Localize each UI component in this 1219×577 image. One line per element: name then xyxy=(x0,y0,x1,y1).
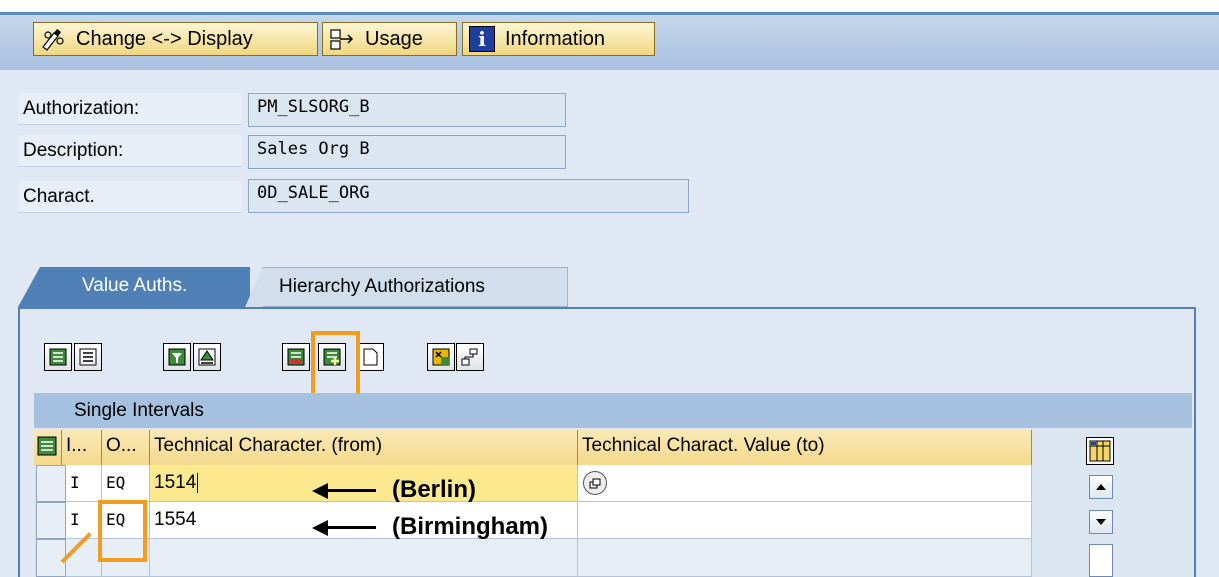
row-option-cell[interactable]: EQ xyxy=(102,465,150,502)
filter-icon xyxy=(168,348,186,366)
charact-field: 0D_SALE_ORG xyxy=(248,179,689,213)
variable-icon xyxy=(432,348,450,366)
column-header-from[interactable]: Technical Character. (from) xyxy=(150,430,578,465)
change-display-label: Change <-> Display xyxy=(76,27,253,50)
sort-icon xyxy=(198,348,216,366)
delete-row-icon xyxy=(287,348,305,366)
row-sign-cell[interactable] xyxy=(66,539,102,577)
select-all-button[interactable] xyxy=(44,343,72,371)
annotation-berlin: (Berlin) xyxy=(392,476,476,503)
scroll-up-button[interactable] xyxy=(1089,475,1113,499)
charact-label: Charact. xyxy=(18,181,242,213)
scrollbar-track[interactable] xyxy=(1089,544,1113,577)
tab-value-auths[interactable]: Value Auths. xyxy=(18,267,250,307)
application-toolbar: Change <-> Display Usage i Information xyxy=(0,15,1219,70)
deselect-all-button[interactable] xyxy=(74,343,102,371)
tab-hierarchy-authorizations[interactable]: Hierarchy Authorizations xyxy=(245,267,568,307)
where-used-icon xyxy=(329,27,355,51)
row-selector[interactable] xyxy=(36,502,66,539)
scroll-down-button[interactable] xyxy=(1089,510,1113,534)
arrow-up-icon xyxy=(1096,484,1106,490)
usage-button[interactable]: Usage xyxy=(322,22,457,56)
row-from-cell[interactable]: 1514 xyxy=(150,465,578,502)
grid-title: Single Intervals xyxy=(34,393,1192,428)
row-sign-cell[interactable]: I xyxy=(66,465,102,502)
column-header-o[interactable]: O... xyxy=(102,430,150,465)
annotation-arrow-line xyxy=(326,489,376,492)
blank-page-icon xyxy=(363,348,378,366)
sort-button[interactable] xyxy=(193,343,221,371)
hierarchy-button[interactable] xyxy=(456,343,484,371)
row-to-cell[interactable] xyxy=(578,465,1032,502)
annotation-birmingham: (Birmingham) xyxy=(392,513,548,540)
authorization-field: PM_SLSORG_B xyxy=(248,93,566,127)
row-to-cell[interactable] xyxy=(578,539,1032,577)
change-display-button[interactable]: Change <-> Display xyxy=(33,22,318,56)
insert-row-highlight xyxy=(311,331,360,397)
column-settings-button[interactable] xyxy=(1086,437,1114,465)
row-from-cell[interactable] xyxy=(150,539,578,577)
title-strip xyxy=(0,0,1219,12)
deselect-all-icon xyxy=(79,348,97,366)
usage-label: Usage xyxy=(365,27,423,50)
filter-button[interactable] xyxy=(163,343,191,371)
select-all-rows-button[interactable] xyxy=(34,430,62,465)
row-from-value: 1514 xyxy=(154,472,197,493)
row-sign-cell[interactable]: I xyxy=(66,502,102,539)
information-button[interactable]: i Information xyxy=(462,22,655,56)
variable-button[interactable] xyxy=(427,343,455,371)
info-icon: i xyxy=(469,26,495,52)
arrow-down-icon xyxy=(1096,519,1106,525)
annotation-arrow-line xyxy=(326,526,376,529)
table-select-icon xyxy=(37,436,57,456)
value-help-icon[interactable] xyxy=(583,470,607,495)
description-field: Sales Org B xyxy=(248,135,566,169)
new-entry-button[interactable] xyxy=(356,343,384,371)
column-header-i[interactable]: I... xyxy=(62,430,102,465)
information-label: Information xyxy=(505,27,606,50)
column-header-to[interactable]: Technical Charact. Value (to) xyxy=(578,430,1032,465)
column-settings-icon xyxy=(1089,440,1111,462)
authorization-label: Authorization: xyxy=(18,93,242,125)
delete-row-button[interactable] xyxy=(282,343,310,371)
row-to-cell[interactable] xyxy=(578,502,1032,539)
text-cursor xyxy=(197,472,199,493)
row-selector[interactable] xyxy=(36,465,66,502)
select-all-icon xyxy=(49,348,67,366)
hierarchy-icon xyxy=(461,348,478,366)
description-label: Description: xyxy=(18,135,242,167)
pencil-glasses-icon xyxy=(40,27,66,51)
operator-highlight xyxy=(98,500,147,562)
